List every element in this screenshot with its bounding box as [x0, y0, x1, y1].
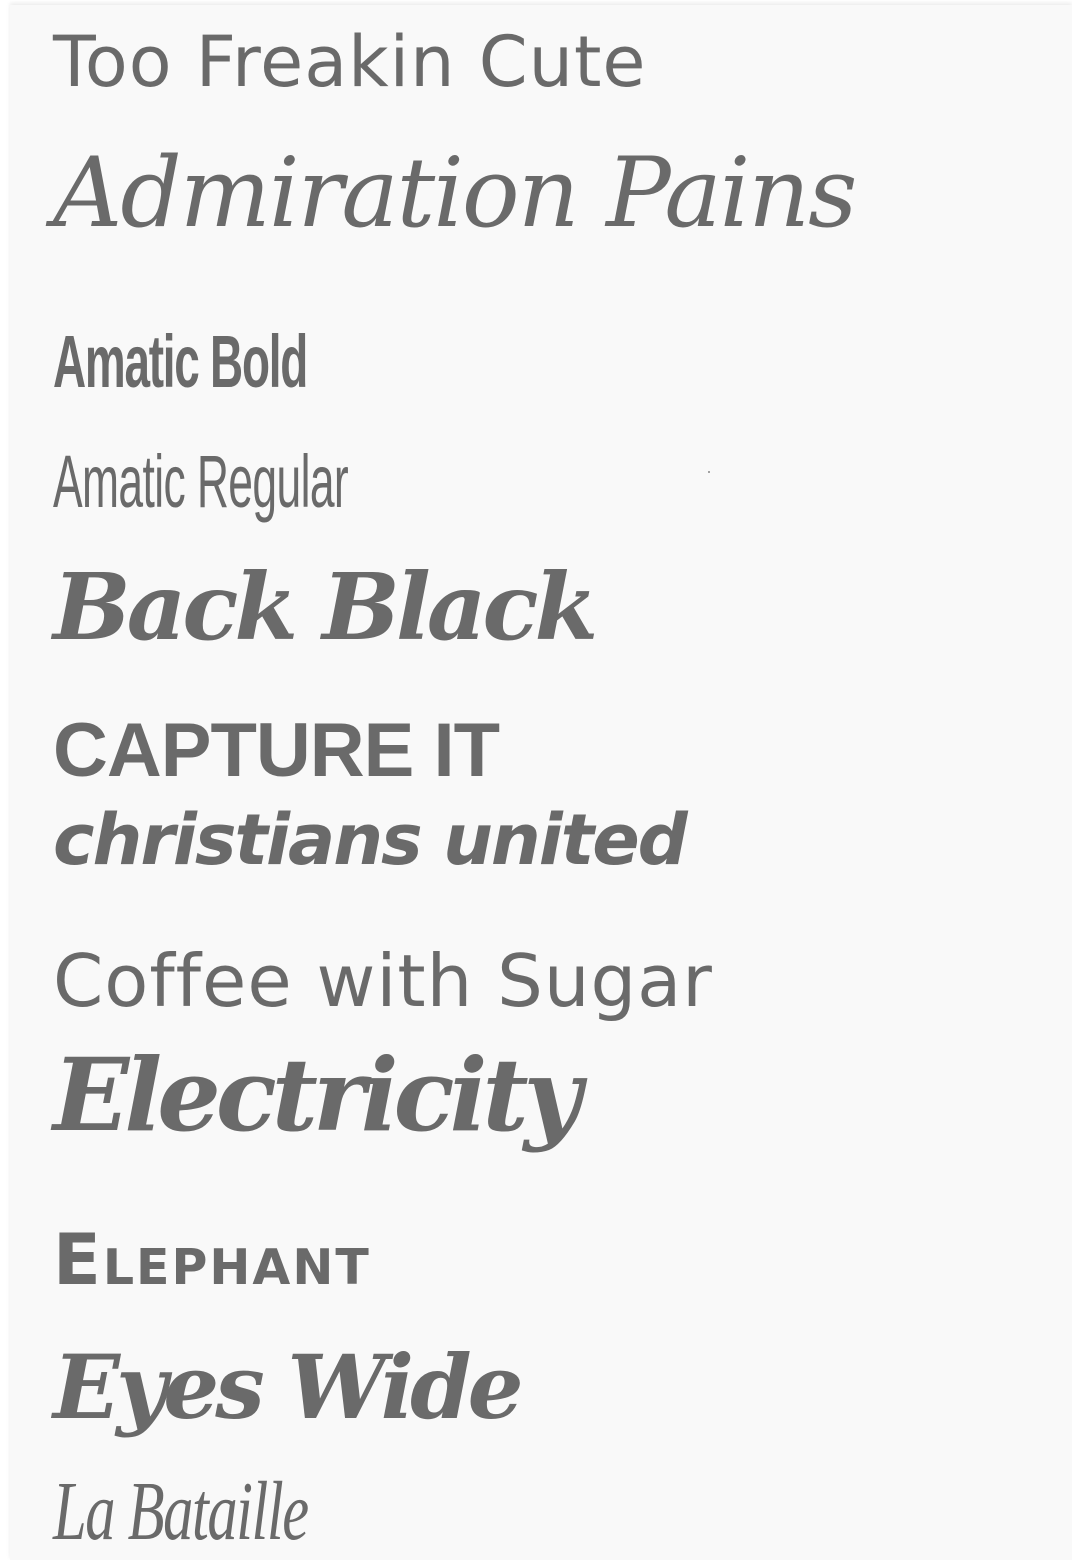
font-item-admiration-pains[interactable]: Admiration Pains: [53, 145, 857, 241]
font-item-too-freakin-cute[interactable]: Too Freakin Cute: [53, 27, 647, 97]
font-preview-panel: Too Freakin Cute Admiration Pains Amatic…: [10, 5, 1072, 1560]
font-item-amatic-regular[interactable]: Amatic Regular: [53, 445, 349, 519]
font-item-capture-it[interactable]: CAPTURE IT: [53, 713, 500, 789]
font-item-eyes-wide[interactable]: Eyes Wide: [53, 1343, 524, 1431]
speck-dot: [708, 471, 710, 473]
font-item-amatic-bold[interactable]: Amatic Bold: [53, 325, 308, 399]
font-item-elephant[interactable]: Elephant: [53, 1225, 371, 1295]
font-list: Too Freakin Cute Admiration Pains Amatic…: [10, 5, 1072, 1560]
font-item-la-bataille[interactable]: La Bataille: [53, 1470, 309, 1554]
font-item-electricity[interactable]: Electricity: [53, 1045, 582, 1145]
font-item-coffee-with-sugar[interactable]: Coffee with Sugar: [53, 945, 713, 1017]
font-item-christians-united[interactable]: christians united: [53, 805, 688, 875]
font-item-back-black[interactable]: Back Black: [53, 561, 598, 653]
